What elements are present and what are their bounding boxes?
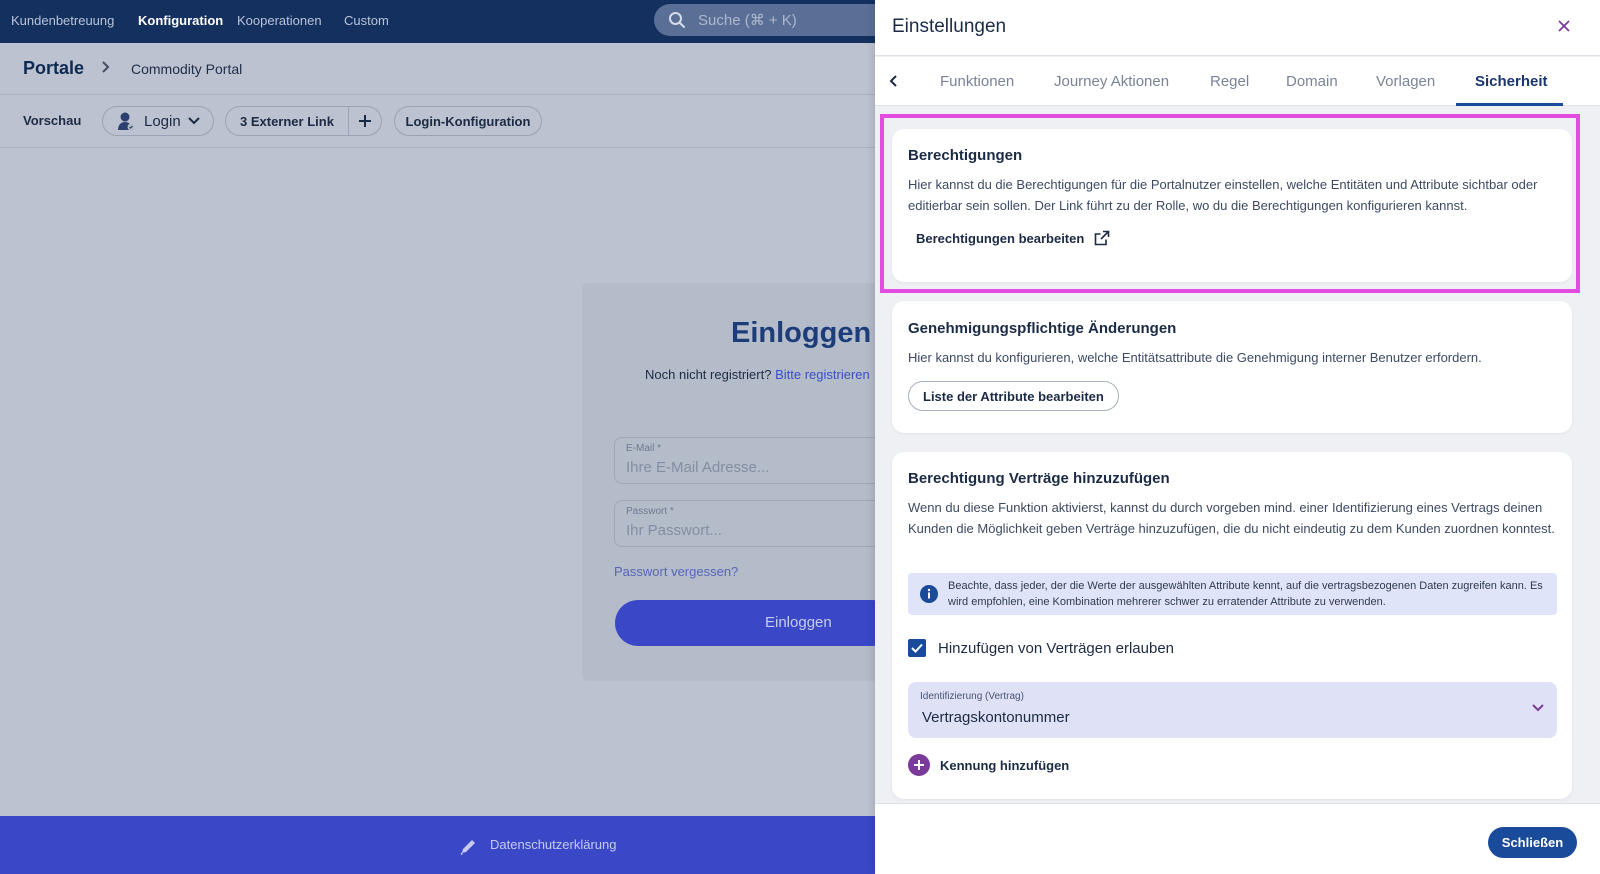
settings-tabs: Funktionen Journey Aktionen Regel Domain… xyxy=(875,57,1600,106)
preview-footer: Datenschutzerklärung xyxy=(0,816,875,874)
pencil-icon[interactable] xyxy=(459,836,479,856)
add-identifier-label: Kennung hinzufügen xyxy=(940,757,1070,773)
external-link-group: 3 Externer Link xyxy=(225,106,382,136)
chevron-left-icon[interactable] xyxy=(889,74,899,88)
panel-header: Einstellungen xyxy=(875,0,1600,56)
info-icon xyxy=(920,585,938,603)
not-registered-text: Noch nicht registriert? xyxy=(645,367,772,382)
preview-toolbar: Vorschau Login 3 Externer Link Login-Kon… xyxy=(0,96,875,148)
identification-select[interactable]: Identifizierung (Vertrag) Vertragskonton… xyxy=(908,682,1557,738)
user-icon xyxy=(118,112,135,131)
nav-item-kooperationen[interactable]: Kooperationen xyxy=(237,13,322,28)
highlight-frame xyxy=(880,114,1580,293)
email-placeholder: Ihre E-Mail Adresse... xyxy=(626,459,770,476)
login-page-select[interactable]: Login xyxy=(102,106,214,136)
register-link[interactable]: Bitte registrieren xyxy=(775,367,870,382)
approval-title: Genehmigungspflichtige Änderungen xyxy=(908,320,1177,337)
nav-item-custom[interactable]: Custom xyxy=(344,13,389,28)
allow-contracts-checkbox[interactable]: Hinzufügen von Verträgen erlauben xyxy=(908,639,1174,657)
preview-label: Vorschau xyxy=(23,113,82,128)
tab-journey-aktionen[interactable]: Journey Aktionen xyxy=(1054,73,1169,90)
approval-description: Hier kannst du konfigurieren, welche Ent… xyxy=(908,350,1482,365)
forgot-password-link[interactable]: Passwort vergessen? xyxy=(614,564,738,579)
panel-title: Einstellungen xyxy=(892,16,1007,37)
password-label: Passwort * xyxy=(626,506,674,517)
add-identifier-button[interactable]: Kennung hinzufügen xyxy=(908,754,1069,776)
nav-item-kundenbetreuung[interactable]: Kundenbetreuung xyxy=(11,13,114,28)
allow-contracts-label: Hinzufügen von Verträgen erlauben xyxy=(938,639,1175,657)
search-placeholder: Suche (⌘ + K) xyxy=(698,12,797,29)
login-title: Einloggen xyxy=(731,317,872,349)
external-link-button[interactable]: 3 Externer Link xyxy=(226,107,349,135)
password-field[interactable]: Passwort * Ihr Passwort... xyxy=(614,500,894,547)
breadcrumb-portale[interactable]: Portale xyxy=(23,58,84,79)
login-button[interactable]: Einloggen xyxy=(615,600,895,646)
approval-card: Genehmigungspflichtige Änderungen Hier k… xyxy=(892,301,1572,433)
add-link-button[interactable] xyxy=(349,114,381,128)
login-config-button[interactable]: Login-Konfiguration xyxy=(394,106,542,136)
panel-footer: Schließen xyxy=(875,803,1600,874)
identification-label: Identifizierung (Vertrag) xyxy=(920,691,1024,702)
email-label: E-Mail * xyxy=(626,443,662,454)
login-button-label: Einloggen xyxy=(765,614,832,631)
close-button[interactable]: Schließen xyxy=(1488,827,1577,858)
chevron-down-icon xyxy=(187,117,200,125)
info-notice: Beachte, dass jeder, der die Werte der a… xyxy=(908,573,1557,615)
tab-domain[interactable]: Domain xyxy=(1286,73,1338,90)
contracts-card: Berechtigung Verträge hinzuzufügen Wenn … xyxy=(892,452,1572,799)
identification-value: Vertragskontonummer xyxy=(922,709,1070,726)
privacy-link[interactable]: Datenschutzerklärung xyxy=(490,837,616,852)
checkbox-checked-icon xyxy=(908,639,926,657)
register-prompt: Noch nicht registriert? Bitte registrier… xyxy=(645,367,870,382)
login-select-label: Login xyxy=(144,112,181,130)
tab-funktionen[interactable]: Funktionen xyxy=(940,73,1014,90)
contracts-description: Wenn du diese Funktion aktivierst, kanns… xyxy=(908,500,1555,536)
password-placeholder: Ihr Passwort... xyxy=(626,522,722,539)
active-tab-indicator xyxy=(1456,103,1563,106)
tab-sicherheit[interactable]: Sicherheit xyxy=(1475,73,1548,90)
breadcrumb-current: Commodity Portal xyxy=(131,61,243,77)
chevron-down-icon xyxy=(1532,704,1544,712)
nav-item-konfiguration[interactable]: Konfiguration xyxy=(138,13,223,28)
email-field[interactable]: E-Mail * Ihre E-Mail Adresse... xyxy=(614,437,894,484)
search-icon xyxy=(669,12,685,28)
breadcrumb: Portale Commodity Portal xyxy=(0,43,875,95)
contracts-title: Berechtigung Verträge hinzuzufügen xyxy=(908,470,1170,487)
tab-regel[interactable]: Regel xyxy=(1210,73,1249,90)
plus-icon xyxy=(358,115,371,127)
close-icon[interactable] xyxy=(1557,19,1571,33)
chevron-right-icon xyxy=(102,61,110,73)
tab-vorlagen[interactable]: Vorlagen xyxy=(1376,73,1435,90)
edit-attribute-list-button[interactable]: Liste der Attribute bearbeiten xyxy=(908,381,1119,411)
info-text: Beachte, dass jeder, der die Werte der a… xyxy=(948,580,1543,608)
plus-circle-icon xyxy=(908,754,930,776)
